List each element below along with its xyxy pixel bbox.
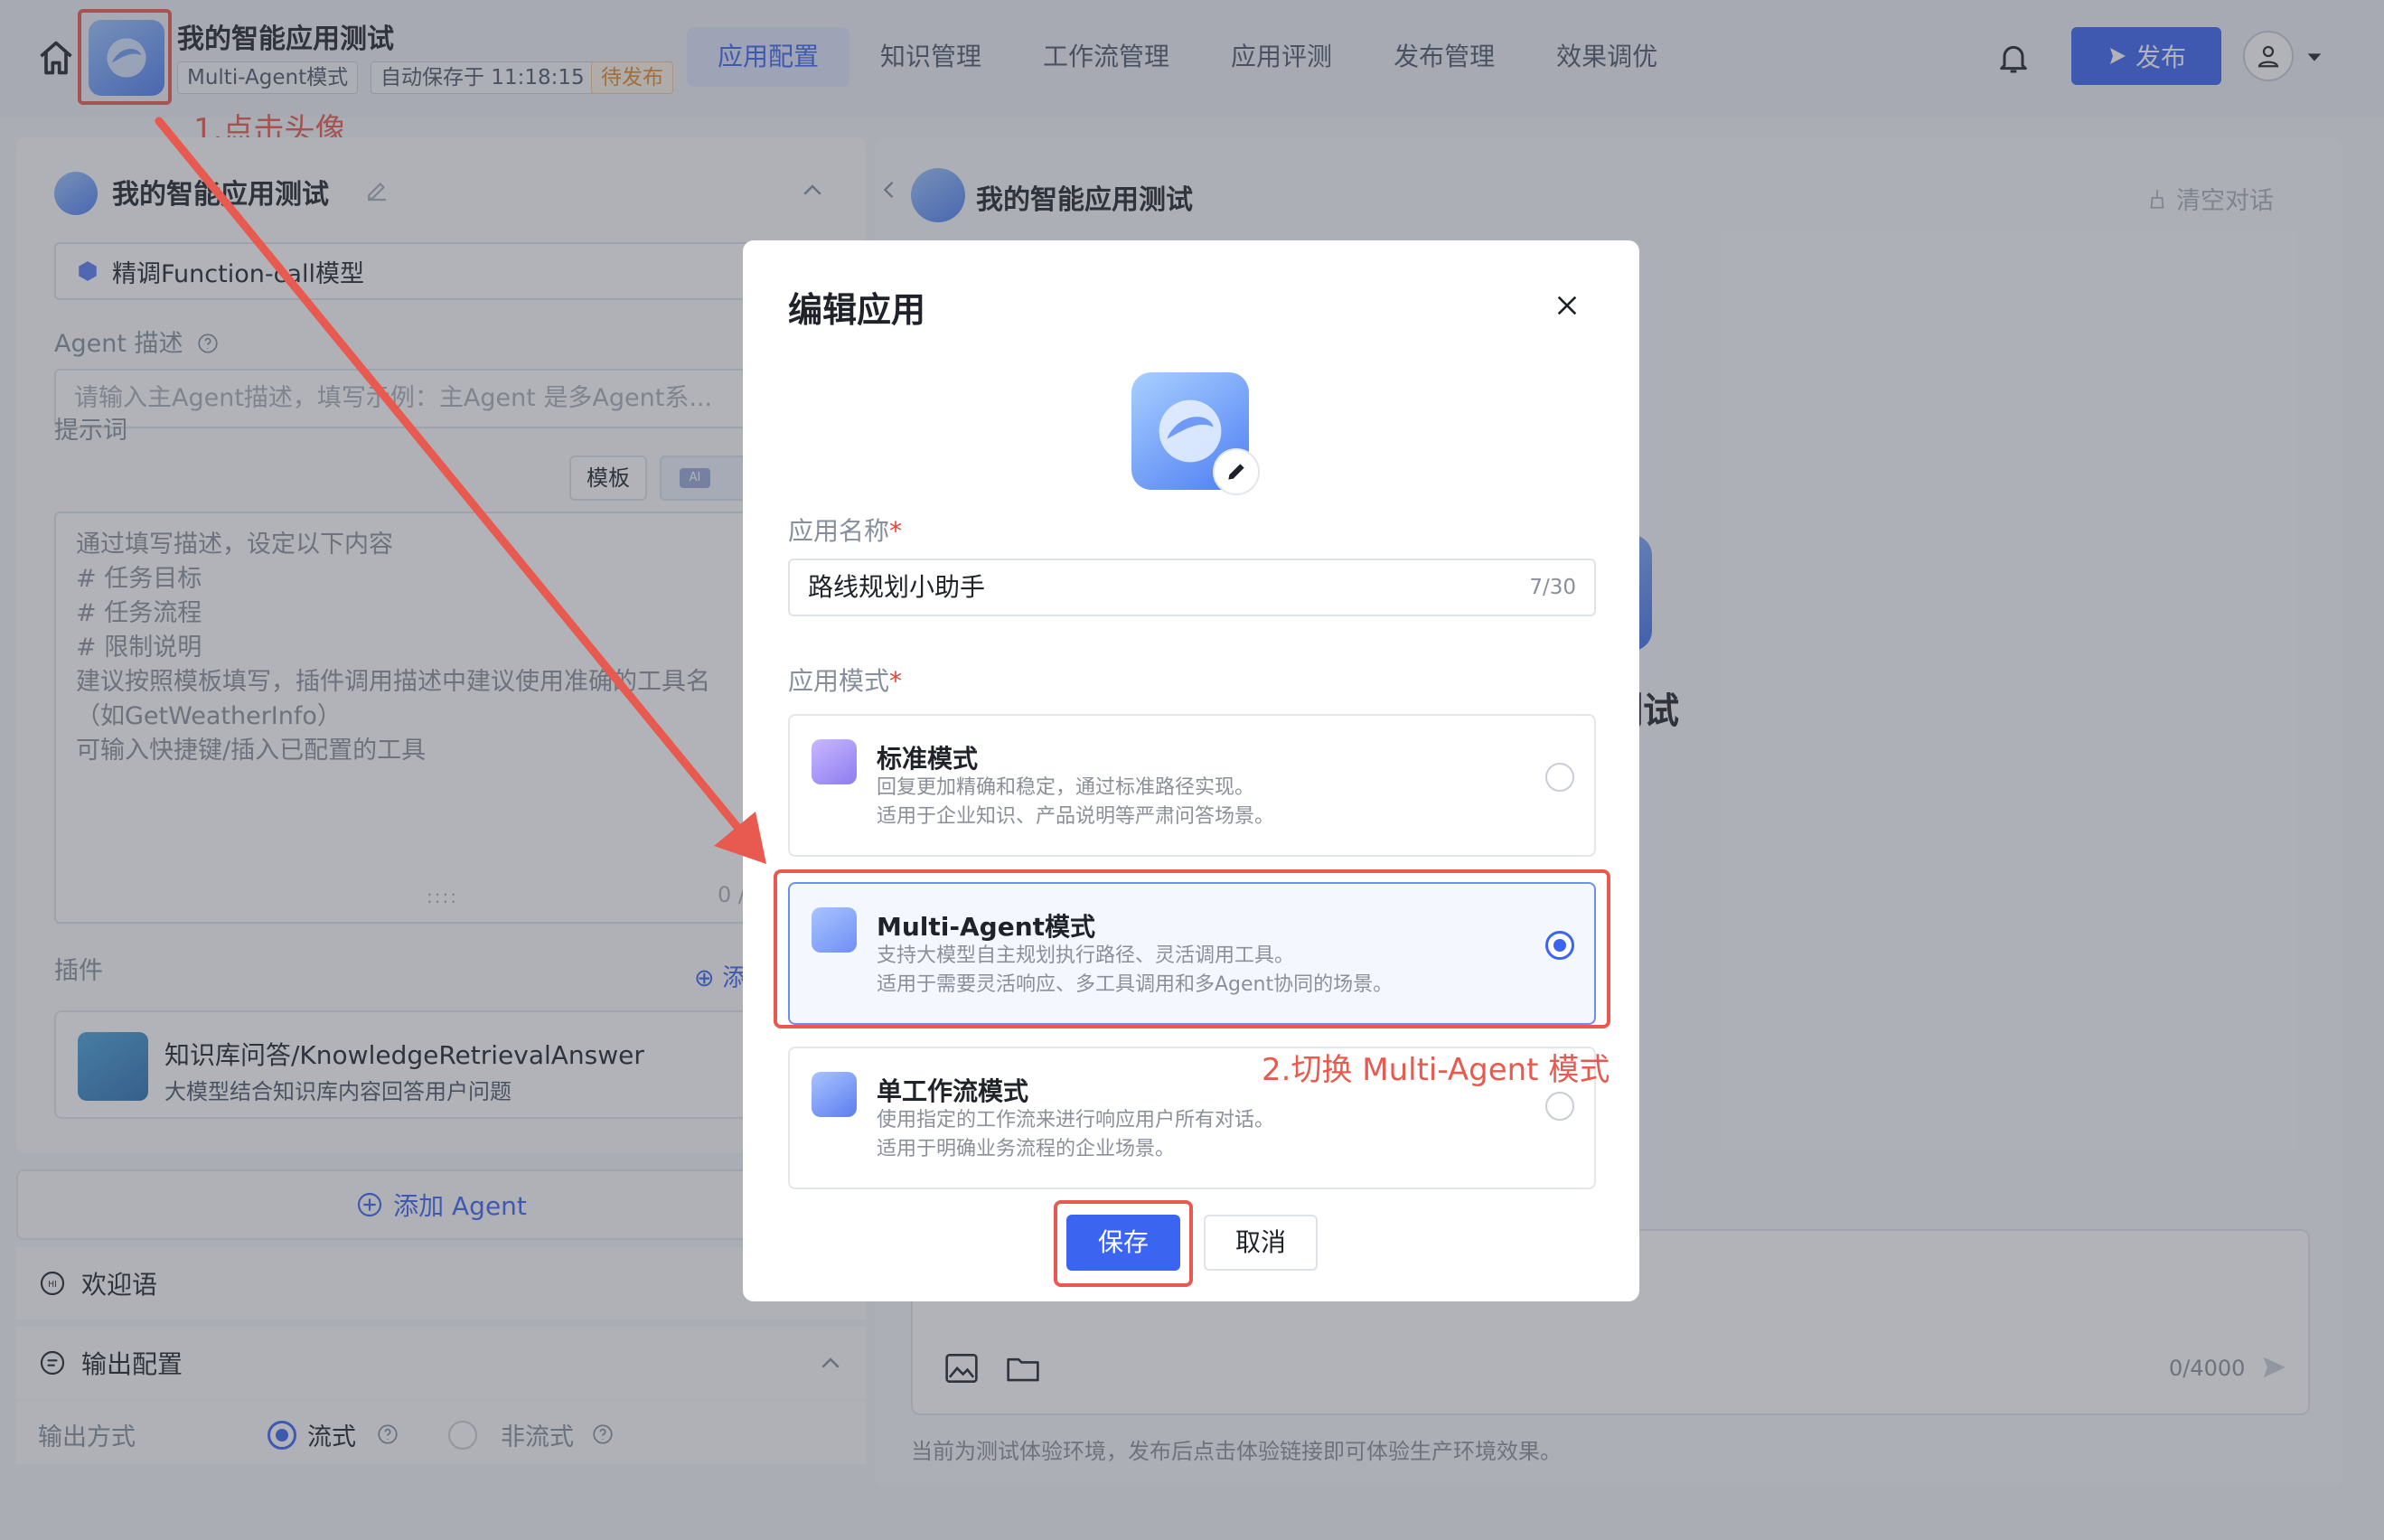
annotation-arrow — [155, 117, 766, 864]
